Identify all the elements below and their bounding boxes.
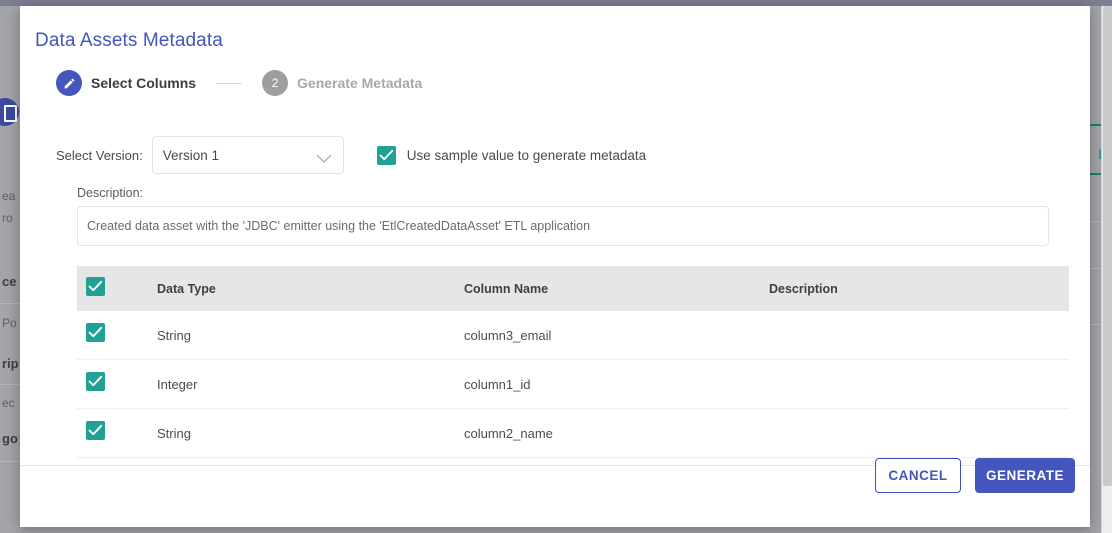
- header-data-type: Data Type: [157, 282, 464, 296]
- table-row[interactable]: Integer column1_id: [77, 360, 1069, 409]
- step-1-indicator: [56, 70, 82, 96]
- version-select[interactable]: Version 1: [152, 136, 344, 174]
- row-checkbox[interactable]: [77, 372, 157, 396]
- cancel-button[interactable]: CANCEL: [875, 458, 961, 493]
- row-checkbox[interactable]: [77, 323, 157, 347]
- cell-column-name: column1_id: [464, 377, 769, 392]
- step-2-label: Generate Metadata: [297, 75, 422, 91]
- header-description: Description: [769, 282, 1069, 296]
- checkmark-icon: [86, 421, 105, 440]
- description-label: Description:: [77, 186, 143, 200]
- checkmark-icon: [86, 323, 105, 342]
- row-checkbox[interactable]: [77, 421, 157, 445]
- header-column-name: Column Name: [464, 282, 769, 296]
- data-assets-metadata-dialog: Data Assets Metadata Select Columns 2 Ge…: [20, 6, 1090, 527]
- chevron-down-icon: [316, 151, 332, 169]
- table-header-row: Data Type Column Name Description: [77, 266, 1069, 311]
- window-scrollbar[interactable]: [1101, 6, 1112, 533]
- window-scrollbar-thumb[interactable]: [1103, 6, 1112, 486]
- backdrop-divider: [0, 461, 22, 462]
- step-1-label: Select Columns: [91, 75, 196, 91]
- backdrop-text-fragment: ea: [2, 189, 15, 203]
- step-2-indicator: 2: [262, 70, 288, 96]
- cell-column-name: column2_name: [464, 426, 769, 441]
- cell-data-type: String: [157, 426, 464, 441]
- backdrop-text-fragment: Po: [2, 316, 17, 330]
- backdrop-text-fragment: rip: [2, 356, 19, 371]
- backdrop-text-fragment: ro: [2, 211, 13, 225]
- table-row[interactable]: String column3_email: [77, 311, 1069, 360]
- backdrop-text-fragment: go: [2, 431, 18, 446]
- step-select-columns[interactable]: Select Columns: [56, 70, 196, 96]
- use-sample-value-label: Use sample value to generate metadata: [407, 148, 646, 163]
- use-sample-value-checkbox[interactable]: Use sample value to generate metadata: [377, 146, 646, 165]
- backdrop-divider: [0, 384, 22, 385]
- select-all-checkbox[interactable]: [77, 277, 157, 301]
- checkmark-icon: [86, 372, 105, 391]
- version-select-value: Version 1: [163, 148, 219, 163]
- table-row[interactable]: String column2_name: [77, 409, 1069, 458]
- cell-data-type: String: [157, 328, 464, 343]
- pencil-icon: [63, 77, 76, 90]
- backdrop-text-fragment: ce: [2, 274, 16, 289]
- select-version-label: Select Version:: [56, 148, 143, 163]
- description-value: Created data asset with the 'JDBC' emitt…: [87, 219, 590, 233]
- wizard-stepper: Select Columns 2 Generate Metadata: [56, 70, 422, 96]
- generate-button[interactable]: GENERATE: [975, 458, 1075, 493]
- stepper-connector: [216, 83, 242, 84]
- cell-data-type: Integer: [157, 377, 464, 392]
- checkmark-icon: [86, 277, 105, 296]
- cell-column-name: column3_email: [464, 328, 769, 343]
- columns-table: Data Type Column Name Description String…: [77, 266, 1069, 458]
- backdrop-text-fragment: ec: [2, 396, 15, 410]
- dialog-title: Data Assets Metadata: [35, 30, 223, 52]
- step-generate-metadata[interactable]: 2 Generate Metadata: [262, 70, 422, 96]
- checkmark-icon: [377, 146, 396, 165]
- backdrop-divider: [0, 303, 22, 304]
- dialog-actions: CANCEL GENERATE: [875, 458, 1075, 493]
- version-row: Select Version: Version 1 Use sample val…: [56, 136, 646, 174]
- backdrop-left-column: ea ro ce Po rip ec go: [0, 6, 22, 533]
- description-input[interactable]: Created data asset with the 'JDBC' emitt…: [77, 206, 1049, 246]
